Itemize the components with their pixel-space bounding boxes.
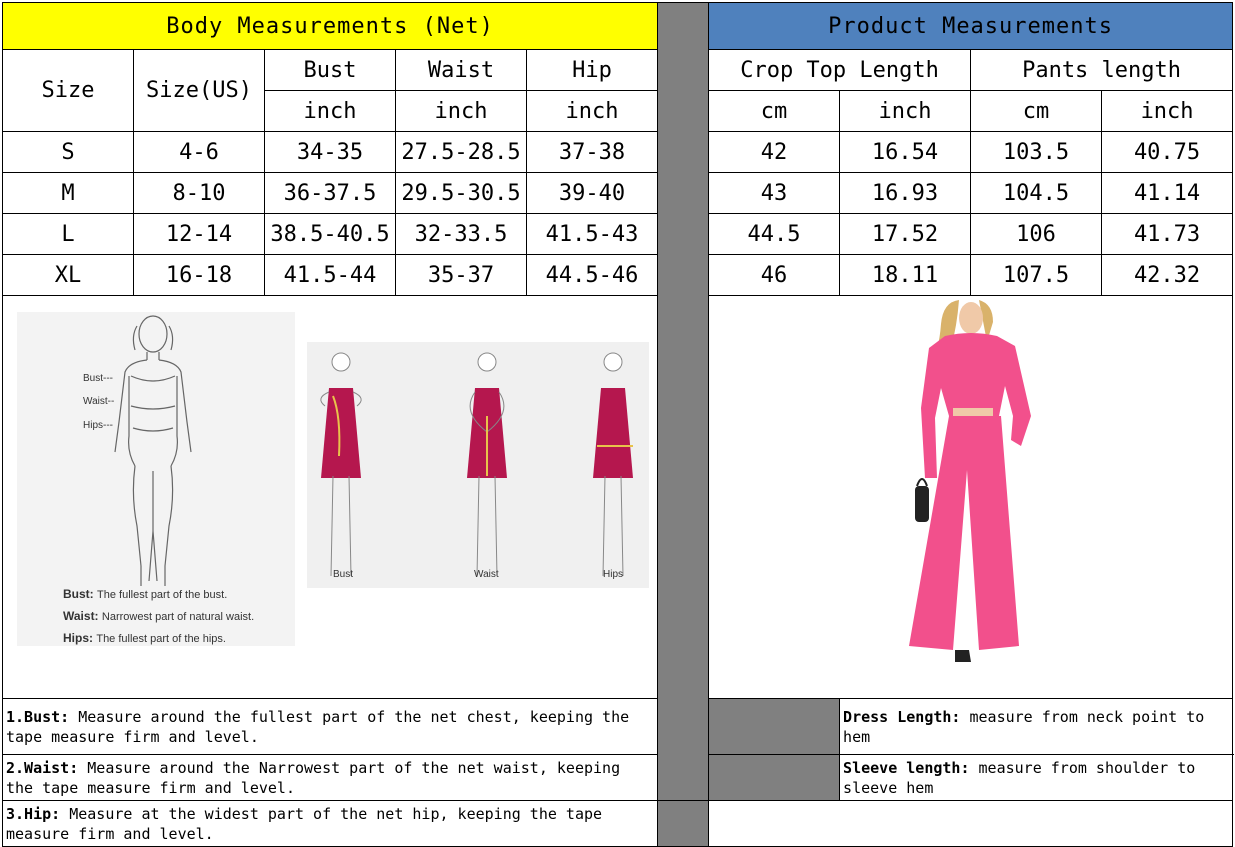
- cell-top-inch: 17.52: [839, 213, 972, 255]
- cell-hip: 41.5-43: [525, 213, 659, 255]
- cell-bust: 36-37.5: [264, 172, 396, 214]
- note-hip: 3.Hip: Measure at the widest part of the…: [1, 800, 659, 847]
- legend-bust: Bust: The fullest part of the bust.: [63, 587, 227, 601]
- note-sleeve-length: Sleeve length: measure from shoulder to …: [839, 754, 1234, 801]
- body-measurement-diagram: Bust--- Waist-- Hips--- Bust: The fulles…: [1, 295, 659, 699]
- cell-pants-cm: 107.5: [970, 254, 1103, 296]
- header-size: Size: [2, 49, 134, 132]
- outfit-illustration: [909, 300, 1032, 662]
- figure-label-waist: Waist: [474, 569, 499, 580]
- cell-top-cm: 43: [708, 172, 841, 214]
- cell-top-inch: 16.93: [839, 172, 972, 214]
- cell-size: XL: [2, 254, 134, 296]
- cell-size-us: 4-6: [133, 131, 265, 173]
- note-dress-length: Dress Length: measure from neck point to…: [839, 698, 1234, 755]
- cell-top-cm: 46: [708, 254, 841, 296]
- header-hip: Hip: [525, 49, 659, 91]
- cell-waist: 27.5-28.5: [395, 131, 527, 173]
- size-chart: Body Measurements (Net) Product Measurem…: [1, 2, 1234, 847]
- unit-waist: inch: [395, 90, 527, 132]
- legend-hips: Hips: The fullest part of the hips.: [63, 631, 226, 645]
- cell-hip: 39-40: [525, 172, 659, 214]
- table-row: L 12-14 38.5-40.5 32-33.5 41.5-43 44.5 1…: [2, 213, 1234, 255]
- cell-size-us: 8-10: [133, 172, 265, 214]
- measurement-illustration: Bust--- Waist-- Hips--- Bust: The fulles…: [17, 312, 650, 646]
- unit-pants-cm: cm: [970, 90, 1103, 132]
- cell-pants-cm: 103.5: [970, 131, 1103, 173]
- header-pants-length: Pants length: [970, 49, 1234, 91]
- figure-label-hips: Hips: [603, 569, 623, 580]
- cell-top-inch: 16.54: [839, 131, 972, 173]
- cell-pants-cm: 104.5: [970, 172, 1103, 214]
- cell-size: S: [2, 131, 134, 173]
- size-chart-table: Body Measurements (Net) Product Measurem…: [1, 2, 1234, 847]
- cell-pants-cm: 106: [970, 213, 1103, 255]
- cell-size: M: [2, 172, 134, 214]
- cell-waist: 29.5-30.5: [395, 172, 527, 214]
- unit-top-cm: cm: [708, 90, 841, 132]
- note-waist: 2.Waist: Measure around the Narrowest pa…: [1, 754, 659, 801]
- figure-label-bust: Bust: [333, 569, 353, 580]
- divider-column-notes: [708, 698, 841, 755]
- cell-bust: 38.5-40.5: [264, 213, 396, 255]
- product-photo: [708, 295, 1234, 699]
- divider-column: [657, 2, 710, 801]
- cell-size-us: 12-14: [133, 213, 265, 255]
- header-bust: Bust: [264, 49, 396, 91]
- table-row: M 8-10 36-37.5 29.5-30.5 39-40 43 16.93 …: [2, 172, 1234, 214]
- cell-top-cm: 42: [708, 131, 841, 173]
- unit-pants-inch: inch: [1101, 90, 1234, 132]
- header-crop-top-length: Crop Top Length: [708, 49, 972, 91]
- unit-top-inch: inch: [839, 90, 972, 132]
- note-bust: 1.Bust: Measure around the fullest part …: [1, 698, 659, 755]
- diagram-line-waist: Waist--: [83, 396, 114, 407]
- cell-pants-inch: 41.73: [1101, 213, 1234, 255]
- cell-hip: 44.5-46: [525, 254, 659, 296]
- cell-top-inch: 18.11: [839, 254, 972, 296]
- cell-waist: 35-37: [395, 254, 527, 296]
- cell-waist: 32-33.5: [395, 213, 527, 255]
- body-measurements-title: Body Measurements (Net): [1, 2, 659, 50]
- cell-pants-inch: 40.75: [1101, 131, 1234, 173]
- header-size-us: Size(US): [133, 49, 265, 132]
- header-waist: Waist: [395, 49, 527, 91]
- cell-bust: 34-35: [264, 131, 396, 173]
- divider-column-notes: [657, 800, 710, 847]
- table-row: S 4-6 34-35 27.5-28.5 37-38 42 16.54 103…: [2, 131, 1234, 173]
- cell-size-us: 16-18: [133, 254, 265, 296]
- cell-hip: 37-38: [525, 131, 659, 173]
- cell-top-cm: 44.5: [708, 213, 841, 255]
- unit-hip: inch: [525, 90, 659, 132]
- unit-bust: inch: [264, 90, 396, 132]
- product-measurements-title: Product Measurements: [708, 2, 1234, 50]
- legend-waist: Waist: Narrowest part of natural waist.: [63, 609, 254, 623]
- diagram-line-hips: Hips---: [83, 420, 113, 431]
- table-row: XL 16-18 41.5-44 35-37 44.5-46 46 18.11 …: [2, 254, 1234, 296]
- divider-column-notes: [708, 754, 841, 801]
- diagram-line-bust: Bust---: [83, 373, 113, 384]
- note-empty: [708, 800, 1234, 847]
- cell-pants-inch: 42.32: [1101, 254, 1234, 296]
- cell-bust: 41.5-44: [264, 254, 396, 296]
- cell-size: L: [2, 213, 134, 255]
- cell-pants-inch: 41.14: [1101, 172, 1234, 214]
